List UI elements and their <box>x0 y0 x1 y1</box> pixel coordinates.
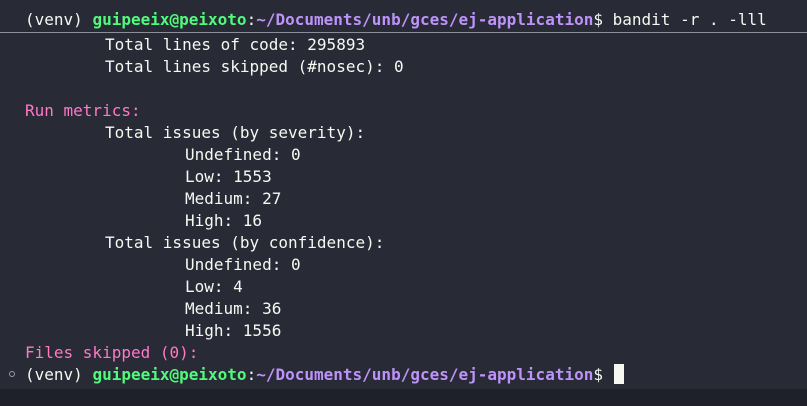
user-host: guipeeix@peixoto <box>92 10 247 29</box>
text-cursor[interactable] <box>614 364 624 384</box>
confidence-low: Low: 4 <box>185 277 243 296</box>
prompt-symbol: $ <box>593 365 603 384</box>
prompt-separator: : <box>246 365 257 384</box>
working-directory: ~/Documents/unb/gces/ej-application <box>256 365 594 384</box>
venv-label: (venv) <box>25 365 83 384</box>
previous-command-line: (venv) guipeeix@peixoto:~/Documents/unb/… <box>25 9 767 31</box>
executed-command: bandit -r . -lll <box>612 10 767 29</box>
total-lines-skipped: Total lines skipped (#nosec): 0 <box>105 57 404 76</box>
severity-header: Total issues (by severity): <box>105 123 366 142</box>
files-skipped-header: Files skipped (0): <box>25 343 199 362</box>
total-lines-of-code: Total lines of code: 295893 <box>105 35 366 54</box>
confidence-medium: Medium: 36 <box>185 299 282 318</box>
run-metrics-header: Run metrics: <box>25 101 141 120</box>
severity-medium: Medium: 27 <box>185 189 282 208</box>
severity-low: Low: 1553 <box>185 167 272 186</box>
venv-label: (venv) <box>25 10 83 29</box>
user-host: guipeeix@peixoto <box>92 365 247 384</box>
severity-high: High: 16 <box>185 211 263 230</box>
working-directory: ~/Documents/unb/gces/ej-application <box>256 10 594 29</box>
terminal-window[interactable]: (venv) guipeeix@peixoto:~/Documents/unb/… <box>0 0 807 406</box>
confidence-header: Total issues (by confidence): <box>105 233 385 252</box>
previous-command-bar: (venv) guipeeix@peixoto:~/Documents/unb/… <box>0 0 807 33</box>
bottom-strip <box>0 389 807 406</box>
severity-undefined: Undefined: 0 <box>185 145 301 164</box>
confidence-undefined: Undefined: 0 <box>185 255 301 274</box>
active-prompt-line[interactable]: (venv) guipeeix@peixoto:~/Documents/unb/… <box>25 364 624 386</box>
prompt-status-dot-icon <box>9 371 15 377</box>
prompt-symbol: $ <box>593 10 603 29</box>
confidence-high: High: 1556 <box>185 321 282 340</box>
prompt-separator: : <box>246 10 257 29</box>
